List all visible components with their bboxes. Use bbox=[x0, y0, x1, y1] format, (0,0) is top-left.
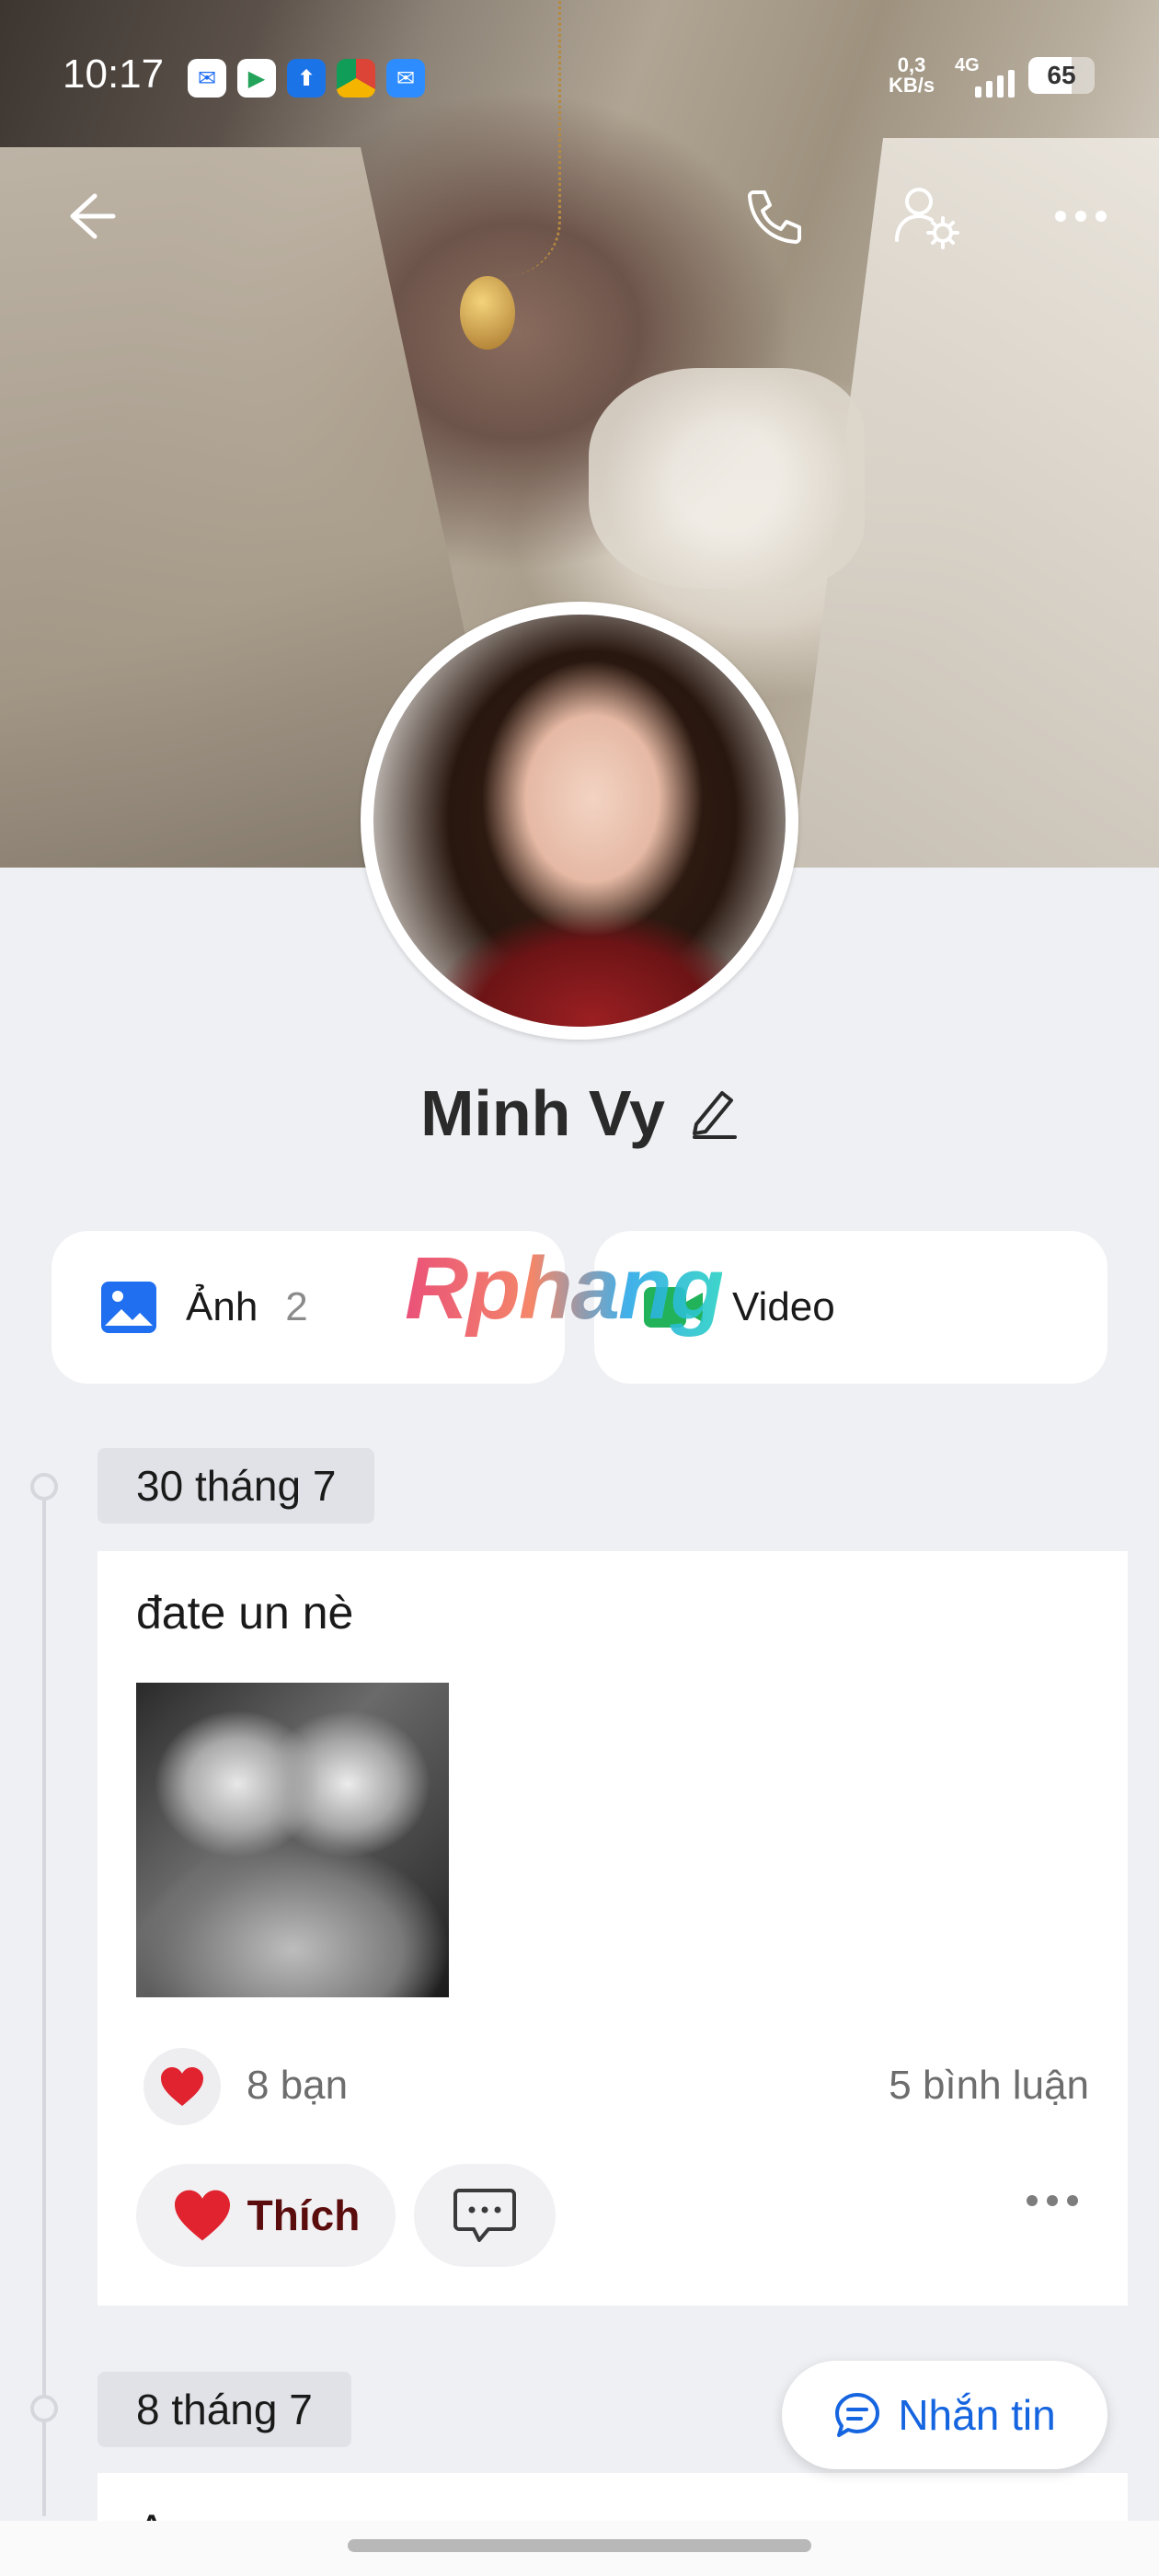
timeline-dot bbox=[30, 2395, 58, 2422]
edit-name-button[interactable] bbox=[689, 1084, 739, 1144]
mail-icon: ✉ bbox=[386, 59, 425, 98]
dot bbox=[1067, 2195, 1078, 2206]
timeline-dot bbox=[30, 1473, 58, 1501]
comment-button[interactable] bbox=[414, 2164, 556, 2267]
upload-icon: ⬆ bbox=[287, 59, 326, 98]
back-arrow-icon bbox=[70, 193, 116, 239]
heart-icon bbox=[174, 2190, 230, 2241]
play-store-icon: ▶ bbox=[237, 59, 276, 98]
profile-name-row: Minh Vy bbox=[0, 1076, 1159, 1150]
heart-icon bbox=[161, 2067, 203, 2106]
dot bbox=[1047, 2195, 1058, 2206]
post-text: đate un nè bbox=[136, 1587, 354, 1639]
more-options-button[interactable] bbox=[1039, 175, 1122, 258]
cover-pendant bbox=[460, 276, 515, 350]
watermark-logo: Rphang bbox=[405, 1239, 724, 1338]
post-image[interactable] bbox=[136, 1683, 449, 1997]
photos-count: 2 bbox=[285, 1284, 308, 1329]
message-button[interactable]: Nhắn tin bbox=[782, 2361, 1107, 2469]
message-label: Nhắn tin bbox=[898, 2391, 1056, 2439]
battery-level: 65 bbox=[1047, 61, 1076, 89]
image-icon bbox=[101, 1282, 156, 1333]
like-label: Thích bbox=[247, 2191, 361, 2239]
status-time: 10:17 bbox=[63, 52, 165, 97]
phone-icon bbox=[748, 190, 801, 244]
home-indicator[interactable] bbox=[348, 2539, 811, 2552]
dot bbox=[1027, 2195, 1038, 2206]
comments-count[interactable]: 5 bình luận bbox=[889, 2063, 1089, 2109]
network-speed-unit: KB/s bbox=[889, 74, 935, 97]
profile-avatar[interactable] bbox=[361, 602, 798, 1040]
battery-icon: 65 bbox=[1028, 57, 1095, 94]
profile-settings-button[interactable] bbox=[885, 175, 968, 258]
timeline-post-next: A bbox=[98, 2473, 1128, 2521]
post-stats: 8 bạn 5 bình luận bbox=[136, 2044, 1089, 2127]
timeline-post: đate un nè 8 bạn 5 bình luận Thích bbox=[98, 1551, 1128, 2306]
photos-label: Ảnh bbox=[186, 1284, 258, 1329]
like-button[interactable]: Thích bbox=[136, 2164, 396, 2267]
pencil-icon bbox=[692, 1090, 737, 1139]
post-more-options[interactable] bbox=[1027, 2195, 1078, 2206]
date-chip: 30 tháng 7 bbox=[98, 1448, 375, 1524]
date-chip: 8 tháng 7 bbox=[98, 2372, 351, 2447]
chat-icon bbox=[835, 2393, 880, 2437]
chrome-icon bbox=[337, 59, 375, 98]
status-bar: 10:17 ✉ ▶ ⬆ ✉ 0,3 KB/s 4G 65 bbox=[0, 0, 1159, 156]
network-speed-value: 0,3 bbox=[897, 53, 926, 76]
messenger-icon: ✉ bbox=[188, 59, 226, 98]
notification-icons: ✉ ▶ ⬆ ✉ bbox=[188, 59, 425, 98]
more-horizontal-icon bbox=[1055, 211, 1107, 222]
reaction-summary[interactable] bbox=[143, 2048, 221, 2125]
videos-label: Video bbox=[732, 1284, 835, 1329]
post-text-cut-off: A bbox=[136, 2504, 166, 2521]
call-button[interactable] bbox=[732, 175, 815, 258]
timeline-line bbox=[42, 1486, 46, 2516]
cover-lace bbox=[589, 368, 865, 589]
profile-name: Minh Vy bbox=[420, 1077, 665, 1149]
back-button[interactable] bbox=[48, 175, 131, 258]
signal-icon bbox=[975, 57, 1015, 98]
likes-count[interactable]: 8 bạn bbox=[247, 2063, 348, 2109]
network-speed: 0,3 KB/s bbox=[889, 55, 935, 96]
user-settings-icon bbox=[895, 188, 959, 249]
comment-icon bbox=[453, 2189, 516, 2242]
